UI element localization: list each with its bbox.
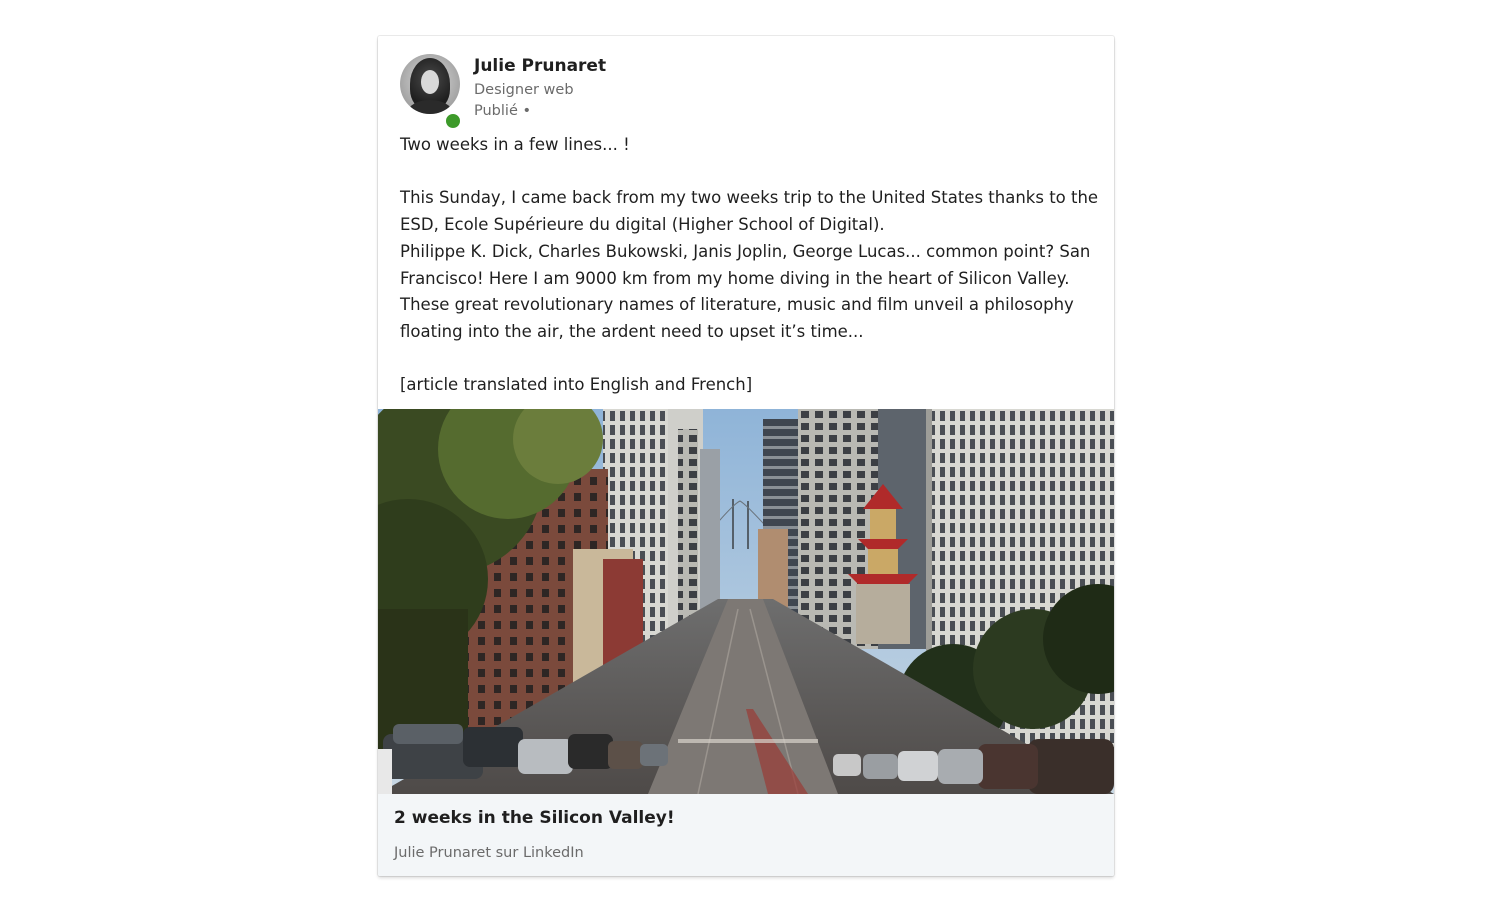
post-header: Julie Prunaret Designer web Publié •	[400, 54, 1090, 130]
post-line: Two weeks in a few lines... !	[400, 135, 630, 154]
post-line	[400, 346, 1100, 373]
article-link[interactable]: 2 weeks in the Silicon Valley! Julie Pru…	[378, 794, 1114, 876]
post-line: This Sunday, I came back from my two wee…	[400, 188, 1099, 208]
article-title[interactable]: 2 weeks in the Silicon Valley!	[394, 808, 675, 828]
post-line	[400, 159, 1100, 186]
post-line: ESD, Ecole Supérieure du digital (Higher…	[400, 215, 885, 235]
author-headline: Designer web	[474, 82, 574, 98]
article-source: Julie Prunaret sur LinkedIn	[394, 845, 584, 861]
post-line: Francisco! Here I am 9000 km from my hom…	[400, 268, 1070, 288]
article-image[interactable]	[378, 409, 1114, 794]
post-line: Philippe K. Dick, Charles Bukowski, Jani…	[400, 241, 1091, 261]
online-status-icon	[444, 112, 462, 130]
post-body: Two weeks in a few lines... ! This Sunda…	[400, 132, 1100, 399]
post-line: floating into the air, the ardent need t…	[400, 321, 864, 341]
post-card: Julie Prunaret Designer web Publié • Two…	[378, 36, 1114, 876]
post-line: These great revolutionary names of liter…	[400, 295, 1074, 315]
avatar[interactable]	[400, 54, 460, 114]
avatar-face	[421, 70, 439, 94]
post-line: [article translated into English and Fre…	[400, 375, 753, 395]
city-street-illustration	[378, 409, 1114, 794]
published-label: Publié •	[474, 103, 532, 119]
author-name[interactable]: Julie Prunaret	[474, 56, 606, 76]
